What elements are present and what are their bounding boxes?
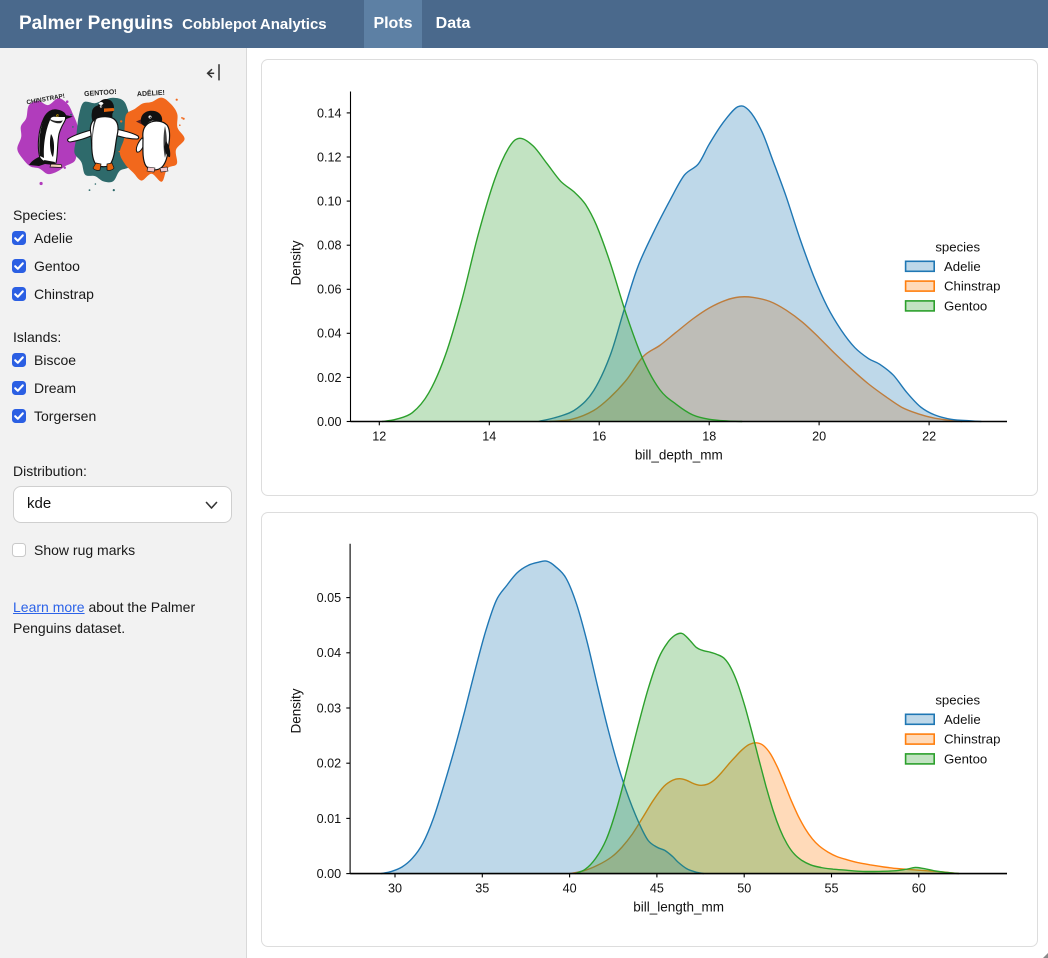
svg-text:Gentoo: Gentoo — [944, 299, 987, 314]
svg-text:40: 40 — [563, 882, 577, 896]
svg-text:12: 12 — [372, 430, 386, 444]
svg-text:16: 16 — [592, 430, 606, 444]
svg-text:Density: Density — [289, 240, 304, 285]
svg-text:bill_depth_mm: bill_depth_mm — [635, 448, 723, 463]
svg-text:0.06: 0.06 — [317, 283, 342, 297]
svg-text:0.01: 0.01 — [317, 812, 342, 826]
svg-text:0.08: 0.08 — [317, 239, 342, 253]
svg-text:22: 22 — [922, 430, 936, 444]
svg-text:ADĒLIE!: ADĒLIE! — [137, 89, 165, 98]
svg-text:35: 35 — [475, 882, 489, 896]
svg-text:Gentoo: Gentoo — [944, 752, 987, 767]
svg-text:20: 20 — [812, 430, 826, 444]
svg-text:0.05: 0.05 — [317, 591, 342, 605]
svg-text:Chinstrap: Chinstrap — [944, 279, 1000, 294]
svg-text:0.02: 0.02 — [317, 371, 342, 385]
svg-text:species: species — [935, 693, 980, 708]
svg-text:bill_length_mm: bill_length_mm — [633, 900, 724, 915]
svg-text:Chinstrap: Chinstrap — [944, 732, 1000, 747]
svg-text:0.12: 0.12 — [317, 150, 342, 164]
svg-text:Adelie: Adelie — [944, 712, 981, 727]
svg-text:species: species — [935, 240, 980, 255]
svg-text:30: 30 — [388, 882, 402, 896]
svg-text:0.04: 0.04 — [317, 646, 342, 660]
svg-text:0.00: 0.00 — [317, 867, 342, 881]
svg-text:50: 50 — [737, 882, 751, 896]
svg-text:0.14: 0.14 — [317, 106, 342, 120]
svg-text:Density: Density — [289, 688, 304, 733]
svg-text:14: 14 — [482, 430, 496, 444]
svg-text:45: 45 — [650, 882, 664, 896]
svg-text:0.04: 0.04 — [317, 327, 342, 341]
svg-text:0.02: 0.02 — [317, 757, 342, 771]
svg-text:55: 55 — [824, 882, 838, 896]
svg-text:GENTOO!: GENTOO! — [84, 89, 117, 98]
svg-text:0.10: 0.10 — [317, 195, 342, 209]
svg-text:0.00: 0.00 — [317, 415, 342, 429]
svg-text:60: 60 — [912, 882, 926, 896]
svg-text:Adelie: Adelie — [944, 259, 981, 274]
svg-text:18: 18 — [702, 430, 716, 444]
svg-text:0.03: 0.03 — [317, 701, 342, 715]
